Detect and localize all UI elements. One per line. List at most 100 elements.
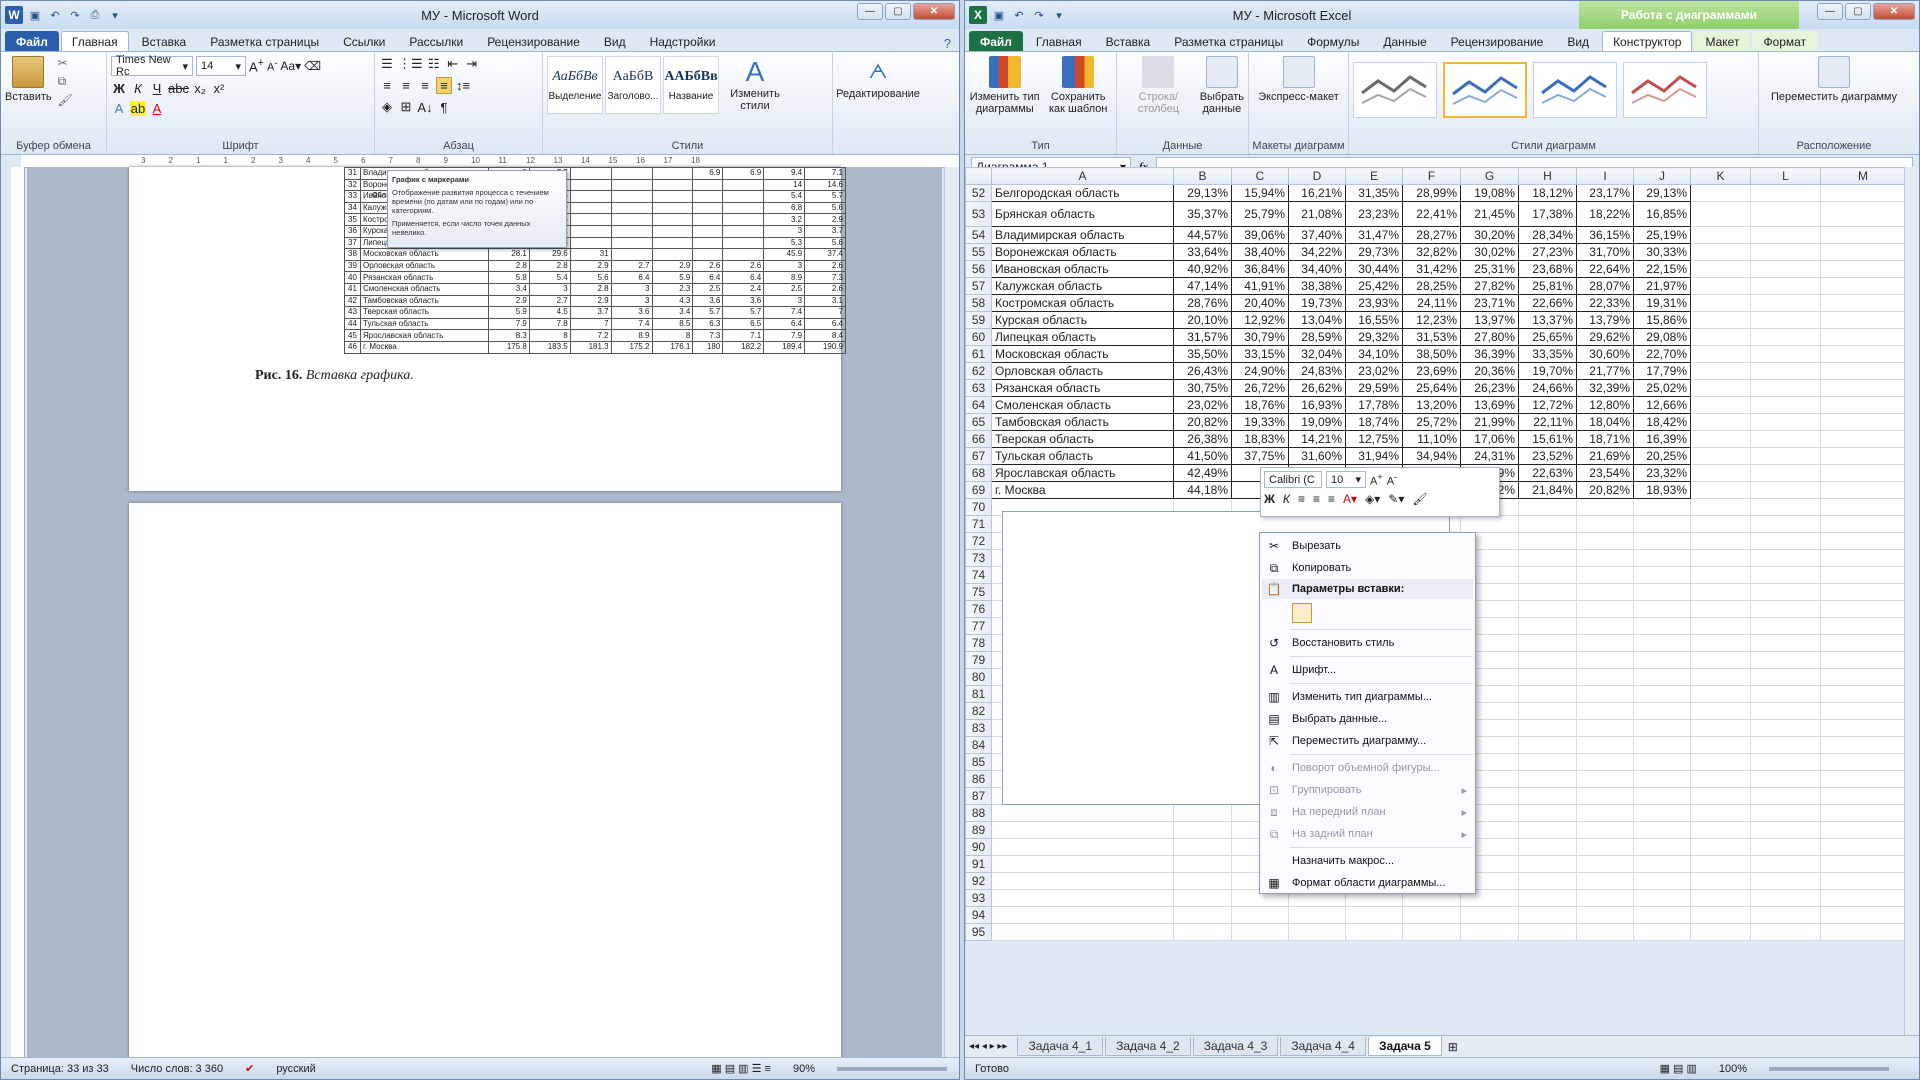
cell[interactable] [1518,923,1577,941]
cell[interactable] [1820,328,1906,346]
cell[interactable] [1288,923,1346,941]
cell[interactable]: 31,53% [1402,328,1461,346]
customize-qat-icon[interactable]: ▾ [107,7,123,23]
cell[interactable] [1690,668,1751,686]
cell[interactable] [1518,719,1577,737]
cell[interactable] [1690,481,1751,499]
cell[interactable] [1820,532,1906,550]
cell[interactable] [1820,549,1906,567]
cell[interactable] [1820,889,1906,907]
cell[interactable] [1690,702,1751,720]
cell[interactable] [1690,719,1751,737]
cell[interactable]: 28,99% [1402,184,1461,202]
cell[interactable] [1820,821,1906,839]
cell[interactable]: Московская область [991,345,1174,363]
cell[interactable]: 19,73% [1288,294,1346,312]
cell[interactable]: 17,78% [1345,396,1403,414]
cell[interactable] [1690,226,1751,244]
cell[interactable] [1690,923,1751,941]
cell[interactable]: 44,57% [1173,226,1232,244]
cell[interactable] [1750,430,1821,448]
cell[interactable]: 29,32% [1345,328,1403,346]
cell[interactable]: 17,38% [1518,201,1577,227]
font-color-icon[interactable]: A▾ [1343,492,1357,506]
row-header[interactable]: 81 [965,685,992,703]
cell[interactable] [1690,430,1751,448]
excel-tab-10[interactable]: Формат [1752,31,1818,51]
clear-formatting-icon[interactable]: ⌫ [304,59,321,73]
zoom-slider[interactable] [837,1066,947,1071]
cell[interactable]: 26,62% [1288,379,1346,397]
cell[interactable] [1633,498,1691,516]
cell[interactable] [1820,600,1906,618]
cell[interactable]: 14,21% [1288,430,1346,448]
cell[interactable]: 34,22% [1288,243,1346,261]
row-header[interactable]: 94 [965,906,992,924]
excel-tab-0[interactable]: Файл [969,31,1023,51]
cell[interactable]: 22,41% [1402,201,1461,227]
cell[interactable]: 28,27% [1402,226,1461,244]
cell[interactable] [1690,184,1751,202]
row-header[interactable]: 85 [965,753,992,771]
cell[interactable] [1576,651,1634,669]
cell[interactable]: 18,04% [1576,413,1634,431]
row-header[interactable]: 56 [965,260,992,278]
excel-tab-4[interactable]: Формулы [1296,31,1370,51]
cell[interactable]: 28,34% [1518,226,1577,244]
undo-icon[interactable]: ↶ [47,7,63,23]
cell[interactable] [1820,583,1906,601]
cell[interactable] [1750,532,1821,550]
context-menu-item[interactable]: ⧉ Копировать [1262,557,1473,579]
font-name-combo[interactable]: Times New Rc ▾ [111,54,193,78]
cell[interactable] [1633,583,1691,601]
row-header[interactable]: 58 [965,294,992,312]
select-all-corner[interactable] [965,167,992,185]
cell[interactable] [1820,617,1906,635]
context-menu-item[interactable]: ▤ Выбрать данные... [1262,708,1473,730]
column-header[interactable]: C [1231,167,1289,185]
cell[interactable]: 16,55% [1345,311,1403,329]
cell[interactable] [1576,515,1634,533]
cell[interactable]: 28,59% [1288,328,1346,346]
excel-tab-6[interactable]: Рецензирование [1440,31,1555,51]
numbering-icon[interactable]: ⋮☰ [398,56,423,72]
cell[interactable] [1518,702,1577,720]
cell[interactable]: 22,70% [1633,345,1691,363]
line-spacing-icon[interactable]: ↕≡ [455,78,471,93]
cell[interactable] [1750,651,1821,669]
cell[interactable]: 22,11% [1518,413,1577,431]
cell[interactable] [1820,243,1906,261]
cell[interactable]: 24,66% [1518,379,1577,397]
cell[interactable] [1633,872,1691,890]
cell[interactable] [1690,515,1751,533]
format-painter-icon[interactable]: 🖌 [58,93,73,107]
cell[interactable] [1750,855,1821,873]
cell[interactable]: 22,63% [1518,464,1577,482]
cell[interactable] [1231,906,1289,924]
cell[interactable]: 16,39% [1633,430,1691,448]
cell[interactable]: 21,97% [1633,277,1691,295]
word-tab-6[interactable]: Рецензирование [476,31,591,51]
cell[interactable]: 18,71% [1576,430,1634,448]
cell[interactable] [1518,889,1577,907]
cell[interactable] [1820,923,1906,941]
cell[interactable] [1690,498,1751,516]
cell[interactable] [1690,396,1751,414]
row-header[interactable]: 79 [965,651,992,669]
cell[interactable] [1750,328,1821,346]
cell[interactable]: 31,70% [1576,243,1634,261]
select-data-button[interactable]: Выбрать данные [1200,56,1244,115]
cell[interactable] [1690,379,1751,397]
cell[interactable]: 30,60% [1576,345,1634,363]
cell[interactable]: 29,13% [1633,184,1691,202]
column-header[interactable]: K [1690,167,1751,185]
shading-icon[interactable]: ◈ [379,99,395,115]
cell[interactable] [1750,184,1821,202]
row-header[interactable]: 53 [965,201,992,227]
cell[interactable] [1576,855,1634,873]
cell[interactable]: 18,93% [1633,481,1691,499]
cell[interactable] [1750,736,1821,754]
cell[interactable] [1576,668,1634,686]
cell[interactable] [1750,396,1821,414]
cell[interactable] [1633,532,1691,550]
